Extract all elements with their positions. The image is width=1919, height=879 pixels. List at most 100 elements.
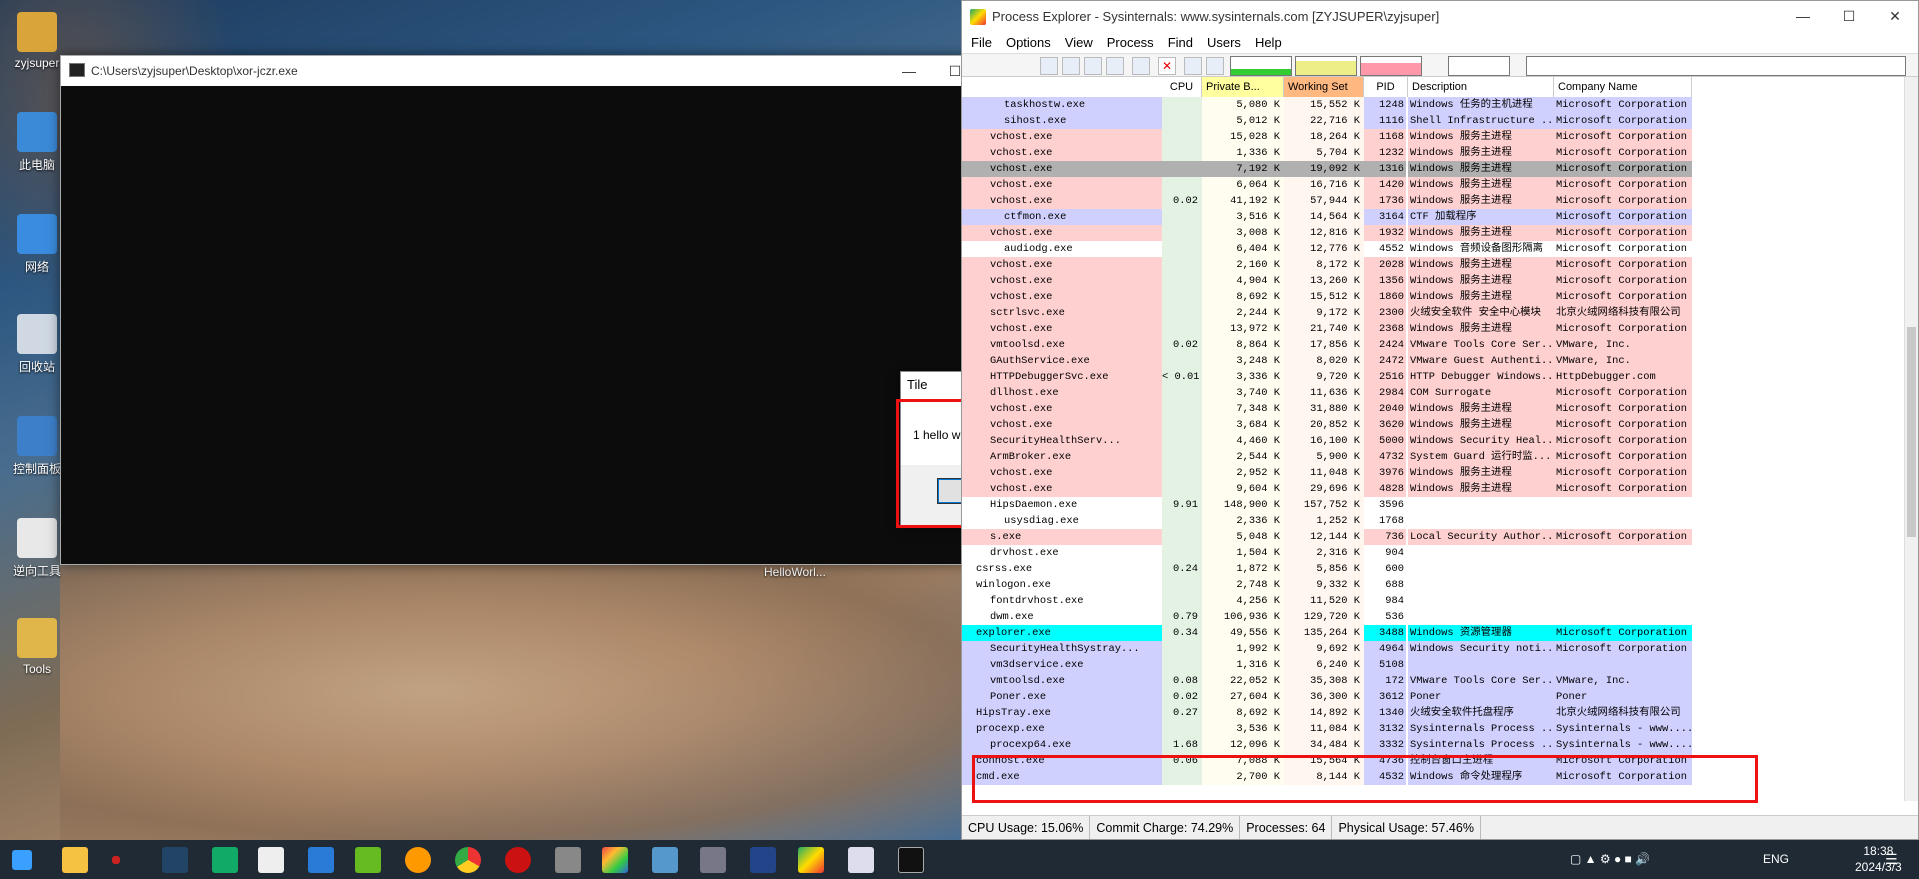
refresh-icon[interactable] [1062, 57, 1080, 75]
chrome-icon[interactable] [455, 847, 481, 873]
col-private-bytes[interactable]: Private B... [1202, 77, 1284, 97]
kill-process-icon[interactable]: ✕ [1158, 57, 1176, 75]
process-row[interactable]: HipsTray.exe 0.27 8,692 K 14,892 K 1340 火绒安全软… [962, 705, 1904, 721]
desktop-icon[interactable]: 此电脑 [6, 112, 68, 173]
maximize-icon[interactable]: ☐ [1826, 1, 1872, 31]
col-description[interactable]: Description [1408, 77, 1554, 97]
process-row[interactable]: procexp64.exe 1.68 12,096 K 34,484 K 3332 Sys… [962, 737, 1904, 753]
desktop-icon[interactable]: 控制面板 [6, 416, 68, 477]
process-explorer-window[interactable]: Process Explorer - Sysinternals: www.sys… [961, 0, 1919, 840]
desktop-icon[interactable]: zyjsuper [6, 12, 68, 70]
process-row[interactable]: vm3dservice.exe 1,316 K 6,240 K 5108 [962, 657, 1904, 673]
physical-memory-graph[interactable] [1360, 56, 1422, 76]
process-row[interactable]: vchost.exe 1,336 K 5,704 K 1232 Windows 服务主进… [962, 145, 1904, 161]
minimize-icon[interactable]: — [1780, 1, 1826, 31]
menu-item-file[interactable]: File [964, 33, 999, 53]
menu-item-options[interactable]: Options [999, 33, 1058, 53]
scrollbar-thumb[interactable] [1907, 327, 1916, 537]
col-company[interactable]: Company Name [1554, 77, 1692, 97]
col-working-set[interactable]: Working Set [1284, 77, 1364, 97]
menu-item-help[interactable]: Help [1248, 33, 1289, 53]
menu-item-find[interactable]: Find [1161, 33, 1200, 53]
process-row[interactable]: winlogon.exe 2,748 K 9,332 K 688 [962, 577, 1904, 593]
system-info-icon[interactable] [1132, 57, 1150, 75]
target-icon[interactable] [1206, 57, 1224, 75]
procexp-titlebar[interactable]: Process Explorer - Sysinternals: www.sys… [962, 1, 1918, 33]
process-row[interactable]: taskhostw.exe 5,080 K 15,552 K 1248 Windows … [962, 97, 1904, 113]
cpu-graph[interactable] [1230, 56, 1292, 76]
col-cpu[interactable]: CPU [1162, 77, 1202, 97]
close-icon[interactable]: ✕ [1872, 1, 1918, 31]
process-row[interactable]: vchost.exe 15,028 K 18,264 K 1168 Windows 服务… [962, 129, 1904, 145]
console-titlebar[interactable]: C:\Users\zyjsuper\Desktop\xor-jczr.exe —… [61, 56, 1024, 86]
process-row[interactable]: Poner.exe 0.02 27,604 K 36,300 K 3612 Poner Po… [962, 689, 1904, 705]
process-row[interactable]: GAuthService.exe 3,248 K 8,020 K 2472 VMware… [962, 353, 1904, 369]
process-row[interactable]: SecurityHealthServ... 4,460 K 16,100 K 5000… [962, 433, 1904, 449]
process-list[interactable]: taskhostw.exe 5,080 K 15,552 K 1248 Windows … [962, 97, 1904, 801]
process-row[interactable]: audiodg.exe 6,404 K 12,776 K 4552 Windows 音频… [962, 241, 1904, 257]
process-row[interactable]: vchost.exe 13,972 K 21,740 K 2368 Windows 服务… [962, 321, 1904, 337]
process-row[interactable]: vchost.exe 3,008 K 12,816 K 1932 Windows 服务主… [962, 225, 1904, 241]
menu-item-users[interactable]: Users [1200, 33, 1248, 53]
process-row[interactable]: vchost.exe 8,692 K 15,512 K 1860 Windows 服务主… [962, 289, 1904, 305]
process-row[interactable]: dwm.exe 0.79 106,936 K 129,720 K 536 [962, 609, 1904, 625]
process-row[interactable]: vchost.exe 3,684 K 20,852 K 3620 Windows 服务主… [962, 417, 1904, 433]
process-row[interactable]: s.exe 5,048 K 12,144 K 736 Local Security Au… [962, 529, 1904, 545]
process-row[interactable]: ArmBroker.exe 2,544 K 5,900 K 4732 System Gu… [962, 449, 1904, 465]
process-row[interactable]: fontdrvhost.exe 4,256 K 11,520 K 984 [962, 593, 1904, 609]
process-row[interactable]: vchost.exe 2,952 K 11,048 K 3976 Windows 服务主… [962, 465, 1904, 481]
notepad-icon[interactable] [355, 847, 381, 873]
app-icon-8[interactable] [602, 847, 628, 873]
desktop-icon[interactable]: 逆向工具 [6, 518, 68, 579]
io-graph[interactable] [1448, 56, 1510, 76]
app-icon-11[interactable] [750, 847, 776, 873]
process-row[interactable]: HTTPDebuggerSvc.exe < 0.01 3,336 K 9,720 K2… [962, 369, 1904, 385]
process-row[interactable]: explorer.exe 0.34 49,556 K 135,264 K 3488 Win… [962, 625, 1904, 641]
console-taskbar-icon[interactable] [898, 847, 924, 873]
process-row[interactable]: vchost.exe 6,064 K 16,716 K 1420 Windows 服务主… [962, 177, 1904, 193]
app-icon-9[interactable] [652, 847, 678, 873]
process-row[interactable]: vchost.exe 0.02 41,192 K 57,944 K 1736 Window… [962, 193, 1904, 209]
save-icon[interactable] [1040, 57, 1058, 75]
process-row[interactable]: usysdiag.exe 2,336 K 1,252 K 1768 [962, 513, 1904, 529]
process-row[interactable]: vmtoolsd.exe 0.02 8,864 K 17,856 K 2424 VMwar… [962, 337, 1904, 353]
process-row[interactable]: ctfmon.exe 3,516 K 14,564 K 3164 CTF 加载程序 Mic… [962, 209, 1904, 225]
process-list-scrollbar[interactable] [1904, 77, 1918, 801]
process-row[interactable]: SecurityHealthSystray... 1,992 K 9,692 K 49… [962, 641, 1904, 657]
procexp-taskbar-icon[interactable] [798, 847, 824, 873]
menu-item-process[interactable]: Process [1100, 33, 1161, 53]
process-row[interactable]: sctrlsvc.exe 2,244 K 9,172 K 2300 火绒安全软件 安全中… [962, 305, 1904, 321]
app-icon-3[interactable] [258, 847, 284, 873]
console-window[interactable]: C:\Users\zyjsuper\Desktop\xor-jczr.exe —… [60, 55, 1025, 565]
desktop-icon[interactable]: 回收站 [6, 314, 68, 375]
commit-graph[interactable] [1295, 56, 1357, 76]
process-row[interactable]: vchost.exe 4,904 K 13,260 K 1356 Windows 服务主… [962, 273, 1904, 289]
app-icon-12[interactable] [848, 847, 874, 873]
console-output[interactable] [61, 86, 1012, 564]
app-icon-1[interactable] [162, 847, 188, 873]
properties-icon[interactable] [1084, 57, 1102, 75]
notification-icon[interactable]: ☰ [1885, 840, 1898, 879]
find-icon[interactable] [1184, 57, 1202, 75]
input-language[interactable]: ENG [1763, 840, 1789, 879]
process-row[interactable]: vchost.exe 7,192 K 19,092 K 1316 Windows 服务主… [962, 161, 1904, 177]
menu-item-view[interactable]: View [1058, 33, 1100, 53]
start-icon[interactable] [12, 850, 32, 870]
pin-icon[interactable] [112, 856, 120, 864]
minimize-icon[interactable]: — [886, 56, 932, 86]
process-row[interactable]: procexp.exe 3,536 K 11,084 K 3132 Sysinterna… [962, 721, 1904, 737]
file-explorer-icon[interactable] [62, 847, 88, 873]
process-row[interactable]: csrss.exe 0.24 1,872 K 5,856 K 600 [962, 561, 1904, 577]
col-pid[interactable]: PID [1364, 77, 1408, 97]
process-row[interactable]: vchost.exe 7,348 K 31,880 K 2040 Windows 服务主… [962, 401, 1904, 417]
app-icon-6[interactable] [505, 847, 531, 873]
process-row[interactable]: dllhost.exe 3,740 K 11,636 K 2984 COM Surrog… [962, 385, 1904, 401]
desktop-icon[interactable]: 网络 [6, 214, 68, 275]
app-icon-7[interactable] [555, 847, 581, 873]
app-icon-2[interactable] [212, 847, 238, 873]
process-row[interactable]: vmtoolsd.exe 0.08 22,052 K 35,308 K 172 VMwar… [962, 673, 1904, 689]
lower-pane-icon[interactable] [1106, 57, 1124, 75]
app-icon-5[interactable] [405, 847, 431, 873]
process-row[interactable]: vchost.exe 2,160 K 8,172 K 2028 Windows 服务主进… [962, 257, 1904, 273]
tray-icons[interactable]: ▢ ▲ ⚙ ● ■ 🔊 [1570, 840, 1650, 879]
